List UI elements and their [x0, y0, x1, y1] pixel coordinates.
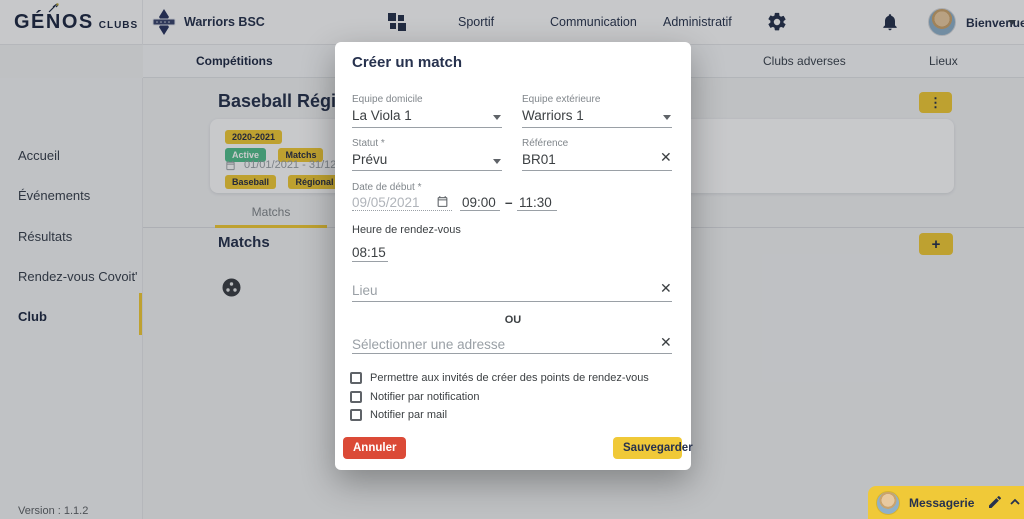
- modal-title: Créer un match: [352, 54, 462, 71]
- away-team-caret-icon[interactable]: [663, 115, 671, 120]
- checkbox-icon[interactable]: [350, 391, 362, 403]
- or-separator: OU: [335, 314, 691, 326]
- messenger-bar[interactable]: Messagerie: [868, 486, 1024, 519]
- home-team-caret-icon[interactable]: [493, 115, 501, 120]
- away-team-label: Equipe extérieure: [522, 94, 600, 105]
- save-button[interactable]: Sauvegarder: [613, 437, 682, 459]
- end-time-input[interactable]: 11:30: [519, 195, 552, 210]
- checkbox-icon[interactable]: [350, 372, 362, 384]
- checkbox-notify-mail[interactable]: Notifier par mail: [350, 409, 447, 421]
- place-input[interactable]: Lieu: [352, 283, 378, 298]
- reference-input[interactable]: BR01: [522, 152, 556, 167]
- compose-pencil-icon[interactable]: [987, 494, 1003, 510]
- time-range-separator: –: [505, 195, 513, 210]
- status-label: Statut *: [352, 138, 385, 149]
- place-clear-icon[interactable]: ✕: [660, 281, 672, 295]
- start-time-input[interactable]: 09:00: [462, 195, 496, 210]
- address-select[interactable]: Sélectionner une adresse: [352, 337, 505, 352]
- cancel-button[interactable]: Annuler: [343, 437, 406, 459]
- messenger-label: Messagerie: [909, 496, 974, 510]
- reference-clear-icon[interactable]: ✕: [660, 150, 672, 164]
- messenger-avatar: [876, 491, 900, 515]
- create-match-modal: Créer un match Equipe domicile La Viola …: [335, 42, 691, 470]
- messenger-expand-icon[interactable]: [1010, 498, 1018, 506]
- status-caret-icon[interactable]: [493, 159, 501, 164]
- reference-label: Référence: [522, 138, 568, 149]
- start-date-input[interactable]: 09/05/2021: [352, 195, 420, 210]
- status-select[interactable]: Prévu: [352, 152, 387, 167]
- checkbox-notify-notification[interactable]: Notifier par notification: [350, 391, 479, 403]
- meeting-time-input[interactable]: 08:15: [352, 245, 386, 260]
- checkbox-icon[interactable]: [350, 409, 362, 421]
- address-clear-icon[interactable]: ✕: [660, 335, 672, 349]
- start-date-label: Date de début *: [352, 182, 422, 193]
- home-team-label: Equipe domicile: [352, 94, 423, 105]
- app-root: GÉNOS CLUBS Warriors BSC Sportif Communi…: [0, 0, 1024, 519]
- home-team-select[interactable]: La Viola 1: [352, 108, 412, 123]
- away-team-select[interactable]: Warriors 1: [522, 108, 584, 123]
- checkbox-allow-meeting-points[interactable]: Permettre aux invités de créer des point…: [350, 372, 649, 384]
- meeting-time-label: Heure de rendez-vous: [352, 224, 461, 236]
- datepicker-calendar-icon[interactable]: [436, 195, 449, 208]
